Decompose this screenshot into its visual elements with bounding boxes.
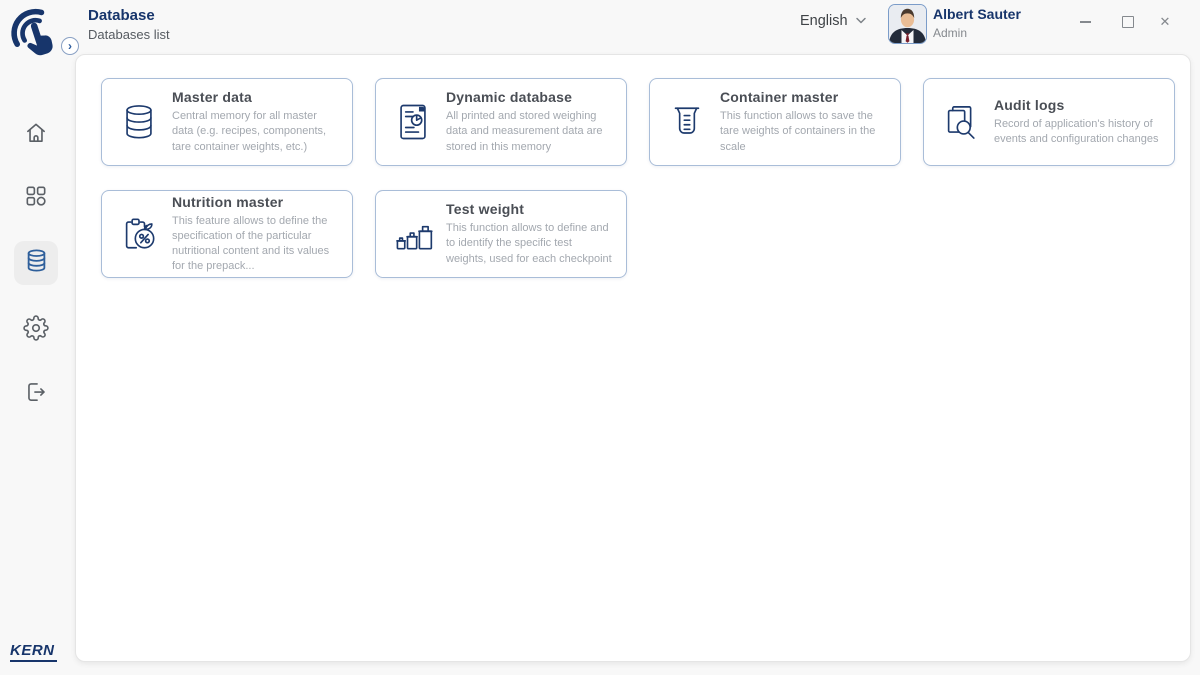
card-description: Central memory for all master data (e.g.… — [172, 109, 338, 155]
user-name: Albert Sauter — [933, 6, 1021, 22]
card-title: Test weight — [446, 201, 612, 217]
clipboard-apple-icon — [116, 212, 162, 256]
card-master-data[interactable]: Master data Central memory for all maste… — [101, 78, 353, 166]
close-button[interactable]: ✕ — [1155, 12, 1175, 32]
database-cylinder-icon — [116, 100, 162, 144]
document-search-icon — [938, 100, 984, 144]
language-label: English — [800, 13, 848, 29]
card-description: Record of application's history of event… — [994, 117, 1160, 147]
apps-grid-icon — [23, 183, 49, 214]
logout-icon — [23, 379, 49, 410]
maximize-button[interactable] — [1118, 12, 1138, 32]
home-icon — [23, 120, 49, 151]
main-content-panel: Master data Central memory for all maste… — [75, 54, 1191, 662]
card-description: This function allows to define and to id… — [446, 221, 612, 267]
page-title-text: Database — [88, 7, 170, 24]
card-container-master[interactable]: Container master This function allows to… — [649, 78, 901, 166]
gear-icon — [23, 315, 49, 346]
card-description: All printed and stored weighing data and… — [446, 109, 612, 155]
test-weights-icon — [390, 212, 436, 256]
close-icon: ✕ — [1160, 14, 1171, 30]
sidebar-item-settings[interactable] — [14, 308, 58, 352]
card-title: Nutrition master — [172, 194, 338, 210]
card-dynamic-database[interactable]: Dynamic database All printed and stored … — [375, 78, 627, 166]
measuring-beaker-icon — [664, 100, 710, 144]
language-selector[interactable]: English — [800, 13, 867, 29]
sidebar-item-databases[interactable] — [14, 241, 58, 285]
chevron-down-icon — [855, 13, 867, 29]
database-cards-grid: Master data Central memory for all maste… — [101, 78, 1175, 278]
sidebar-item-logout[interactable] — [14, 372, 58, 416]
breadcrumb: Databases list — [88, 27, 170, 42]
card-title: Container master — [720, 89, 886, 105]
user-menu[interactable]: Albert Sauter Admin — [933, 6, 1021, 40]
page-title: Database Databases list — [88, 7, 170, 42]
touch-press-logo — [6, 4, 62, 62]
avatar[interactable] — [888, 4, 927, 44]
card-title: Master data — [172, 89, 338, 105]
minimize-button[interactable] — [1075, 12, 1095, 32]
sidebar-item-apps[interactable] — [14, 176, 58, 220]
card-title: Audit logs — [994, 97, 1160, 113]
card-title: Dynamic database — [446, 89, 612, 105]
database-icon — [23, 247, 50, 279]
kern-brand-logo: KERN — [10, 642, 57, 662]
user-role: Admin — [933, 26, 1021, 40]
sidebar-expand-button[interactable]: › — [61, 37, 79, 55]
card-description: This function allows to save the tare we… — [720, 109, 886, 155]
card-test-weight[interactable]: Test weight This function allows to defi… — [375, 190, 627, 278]
minimize-icon — [1080, 21, 1091, 23]
card-description: This feature allows to define the specif… — [172, 214, 338, 275]
maximize-icon — [1122, 16, 1134, 28]
sidebar-item-home[interactable] — [14, 113, 58, 157]
card-nutrition-master[interactable]: Nutrition master This feature allows to … — [101, 190, 353, 278]
card-audit-logs[interactable]: Audit logs Record of application's histo… — [923, 78, 1175, 166]
document-chart-icon — [390, 100, 436, 144]
